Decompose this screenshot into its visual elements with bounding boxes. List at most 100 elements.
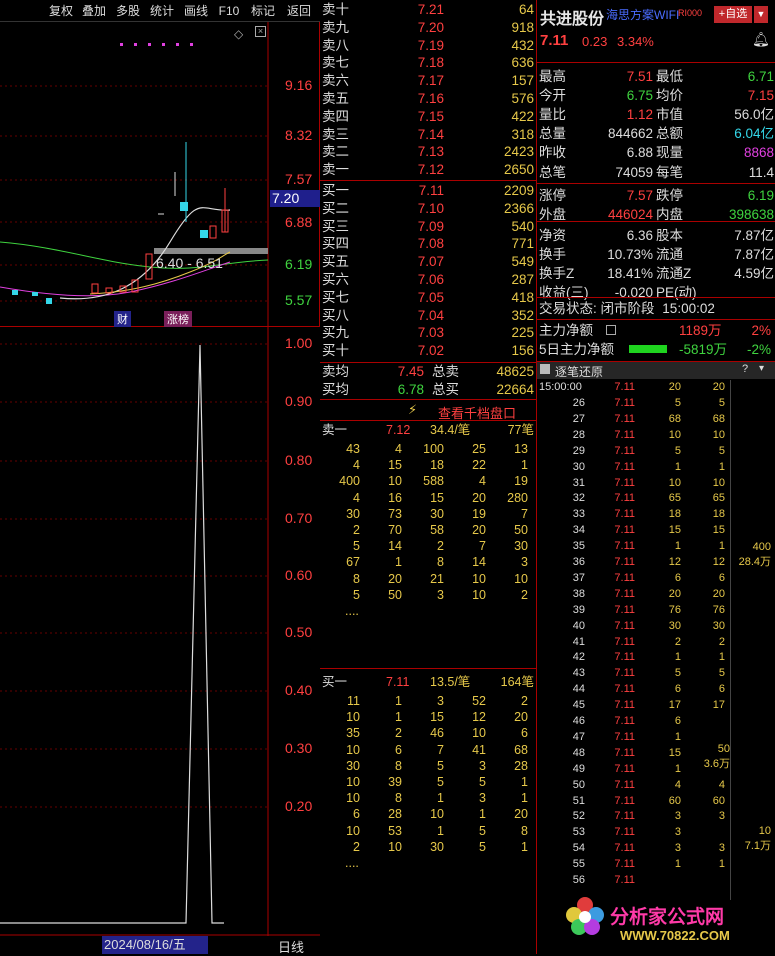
buy-level-row[interactable]: 买六 7.06 287 xyxy=(322,271,536,289)
sell-level-row[interactable]: 卖三 7.14 318 xyxy=(322,126,536,144)
level-name: 卖九 xyxy=(322,19,349,35)
toolbar-back-button[interactable]: 返回 xyxy=(284,2,314,20)
tick-side-note: 10 7.1万 xyxy=(744,825,771,852)
tick-price: 7.11 xyxy=(614,635,635,648)
queue-cell: 100 xyxy=(423,442,444,456)
sell-level-row[interactable]: 卖一 7.12 2650 xyxy=(322,161,536,179)
buy-level-row[interactable]: 买十 7.02 156 xyxy=(322,342,536,360)
view-depth-link[interactable]: 查看千档盘口 xyxy=(438,403,516,422)
tick-seq: 32 xyxy=(572,492,585,505)
question-icon[interactable]: ? xyxy=(742,363,748,375)
buy-avg-price: 6.78 xyxy=(397,382,424,397)
buy-level-row[interactable]: 买七 7.05 418 xyxy=(322,289,536,307)
period-label[interactable]: 日线 xyxy=(278,937,304,956)
tick-price: 7.11 xyxy=(614,428,635,441)
kline-chart[interactable]: ◇ × 9.16 8.32 7.57 7.20 6.88 6.19 5.57 6… xyxy=(0,22,320,327)
level-volume: 2366 xyxy=(503,200,534,216)
sell-level-row[interactable]: 卖二 7.13 2423 xyxy=(322,143,536,161)
tick-row: 56 7.11 xyxy=(537,873,773,889)
indicator-chart[interactable]: 1.00 0.90 0.80 0.70 0.60 0.50 0.40 0.30 … xyxy=(0,327,320,936)
tick-price: 7.11 xyxy=(614,397,635,409)
buy-level-row[interactable]: 买二 7.10 2366 xyxy=(322,200,536,218)
add-watchlist-button[interactable]: +自选 xyxy=(714,6,752,23)
tick-side-note: 50 3.6万 xyxy=(703,743,730,770)
tick-vol2: 60 xyxy=(712,794,725,807)
panel-icon xyxy=(540,364,550,374)
buy-total-value: 22664 xyxy=(496,382,534,397)
stat-value: 6.04亿 xyxy=(734,126,774,142)
buy-level-row[interactable]: 买四 7.08 771 xyxy=(322,235,536,253)
buy-level-row[interactable]: 买八 7.04 352 xyxy=(322,307,536,325)
current-price-label: 7.20 xyxy=(270,190,320,207)
concept-tag[interactable]: 海思方案WIFI xyxy=(606,6,679,23)
tick-vol2: 4 xyxy=(718,778,725,791)
tick-vol: 1 xyxy=(674,540,681,553)
tick-seq: 34 xyxy=(572,524,585,537)
close-icon[interactable]: × xyxy=(255,26,266,37)
toolbar-multi-stock-button[interactable]: 多股 xyxy=(113,2,143,20)
stat-label: 股本 xyxy=(656,227,683,243)
toolbar-f10-button[interactable]: F10 xyxy=(215,2,243,20)
sell-level-row[interactable]: 卖六 7.17 157 xyxy=(322,72,536,90)
tick-seq: 51 xyxy=(572,794,585,807)
indicator-tick: 0.60 xyxy=(285,567,313,583)
queue-more[interactable]: .... xyxy=(345,855,359,872)
tick-vol: 6 xyxy=(674,715,681,727)
toolbar-stats-button[interactable]: 统计 xyxy=(147,2,177,20)
stat-label: 市值 xyxy=(656,107,683,123)
finance-marker[interactable]: 财 xyxy=(114,311,131,327)
chevron-down-icon[interactable]: ▾ xyxy=(759,363,764,374)
tick-price: 7.11 xyxy=(614,492,635,505)
tick-vol2: 12 xyxy=(712,556,725,568)
sell-level-row[interactable]: 卖四 7.15 422 xyxy=(322,108,536,126)
queue-cell: 18 xyxy=(430,458,444,473)
toolbar-mark-button[interactable]: 标记 xyxy=(248,2,278,20)
level-name: 卖六 xyxy=(322,73,349,89)
sell-level-row[interactable]: 卖十 7.21 64 xyxy=(322,1,536,19)
level-volume: 225 xyxy=(511,325,534,341)
queue-cell: 5 xyxy=(353,539,360,554)
sell-level-row[interactable]: 卖九 7.20 918 xyxy=(322,19,536,37)
tick-vol: 60 xyxy=(668,794,681,807)
toolbar-fuquan-button[interactable]: 复权 xyxy=(46,2,76,20)
indicator-tick: 0.50 xyxy=(285,624,313,640)
tick-vol: 15 xyxy=(668,524,681,537)
tick-seq: 28 xyxy=(572,428,585,441)
buy-level-row[interactable]: 买九 7.03 225 xyxy=(322,324,536,342)
level-price: 7.06 xyxy=(417,272,444,287)
tick-vol: 3 xyxy=(674,810,681,823)
queue-cell: 68 xyxy=(514,742,528,757)
ticks-title[interactable]: 逐笔还原 xyxy=(555,363,603,380)
trade-status-state: 闭市阶段 xyxy=(600,301,655,316)
limit-up-marker[interactable]: 涨榜 xyxy=(164,311,192,327)
diamond-icon[interactable]: ◇ xyxy=(234,27,243,41)
sell-level-row[interactable]: 卖五 7.16 576 xyxy=(322,90,536,108)
queue-cell: 2 xyxy=(353,839,360,854)
price-tick: 7.57 xyxy=(285,171,313,187)
level-volume: 156 xyxy=(511,343,534,359)
sell-level-row[interactable]: 卖八 7.19 432 xyxy=(322,37,536,55)
chevron-down-icon[interactable]: ▼ xyxy=(754,6,768,23)
tick-vol2: 68 xyxy=(712,412,725,425)
tick-row: 48 7.11 15 xyxy=(537,746,773,762)
queue-more[interactable]: .... xyxy=(345,603,359,620)
bell-icon[interactable]: 🔔︎ xyxy=(752,31,770,48)
divider xyxy=(537,319,775,320)
buy-level-row[interactable]: 买五 7.07 549 xyxy=(322,253,536,271)
stat-label: 每笔 xyxy=(656,164,683,180)
tick-price: 7.11 xyxy=(614,412,635,425)
indicator-tick: 0.80 xyxy=(285,452,313,468)
queue-cell: 400 xyxy=(339,474,360,489)
sell-level-row[interactable]: 卖七 7.18 636 xyxy=(322,54,536,72)
buy-level-row[interactable]: 买三 7.09 540 xyxy=(322,218,536,236)
toolbar-overlay-button[interactable]: 叠加 xyxy=(79,2,109,20)
tick-vol: 3 xyxy=(674,842,681,855)
queue-cell: 30 xyxy=(430,506,444,521)
trade-status-label: 交易状态: xyxy=(539,301,597,316)
site-logo-text: 分析家公式网 xyxy=(610,907,725,928)
tick-row: 29 7.11 5 5 xyxy=(537,444,773,460)
toolbar-draw-button[interactable]: 画线 xyxy=(181,2,211,20)
tick-vol2: 76 xyxy=(712,603,725,616)
buy-level-row[interactable]: 买一 7.11 2209 xyxy=(322,182,536,200)
tick-vol2: 1 xyxy=(718,858,725,871)
